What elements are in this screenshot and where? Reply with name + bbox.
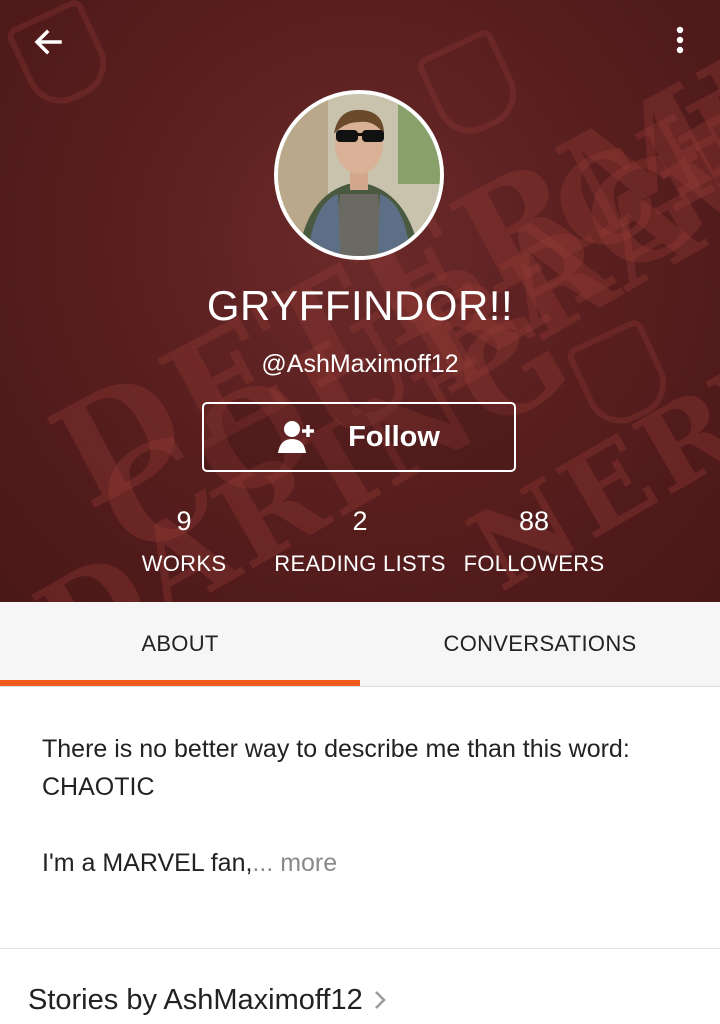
chevron-right-icon [374,991,386,1009]
avatar-photo [278,94,440,256]
profile-header: DETERMINATION COURAGE BRAVERY DARING NER… [0,0,720,602]
stories-title: Stories by AshMaximoff12 [28,983,363,1016]
stat-value: 88 [518,506,550,536]
stat-label: READING LISTS [274,551,446,576]
add-user-icon [278,421,315,453]
stat-followers[interactable]: 88 FOLLOWERS [454,506,614,577]
divider [0,948,720,949]
about-snippet: I'm a MARVEL fan, [42,849,253,877]
active-tab-indicator [0,680,360,686]
back-button[interactable] [26,20,70,64]
stat-label: WORKS [141,551,227,576]
follow-button[interactable]: Follow [202,402,516,472]
about-text-truncated: I'm a MARVEL fan,... more [42,844,662,882]
more-link[interactable]: ... more [252,849,337,877]
crest-watermark [414,26,528,146]
stat-label: FOLLOWERS [463,551,605,576]
follow-button-label: Follow [348,420,440,453]
stories-section-header[interactable]: Stories by AshMaximoff12 [28,978,387,1022]
about-section: There is no better way to describe me th… [42,730,662,882]
stat-value: 2 [352,506,368,536]
more-vertical-icon [676,26,684,54]
stat-reading-lists[interactable]: 2 READING LISTS [260,506,460,577]
about-text: There is no better way to describe me th… [42,735,630,801]
stat-value: 9 [176,506,192,536]
more-options-button[interactable] [660,18,700,62]
stat-works[interactable]: 9 WORKS [124,506,244,577]
profile-username: @AshMaximoff12 [261,350,459,378]
profile-display-name: GRYFFINDOR!! [206,282,514,329]
tab-conversations[interactable]: CONVERSATIONS [360,602,720,686]
avatar[interactable] [274,90,444,260]
profile-tabs: ABOUT CONVERSATIONS [0,602,720,687]
tab-about[interactable]: ABOUT [0,602,360,686]
arrow-left-icon [34,29,62,55]
